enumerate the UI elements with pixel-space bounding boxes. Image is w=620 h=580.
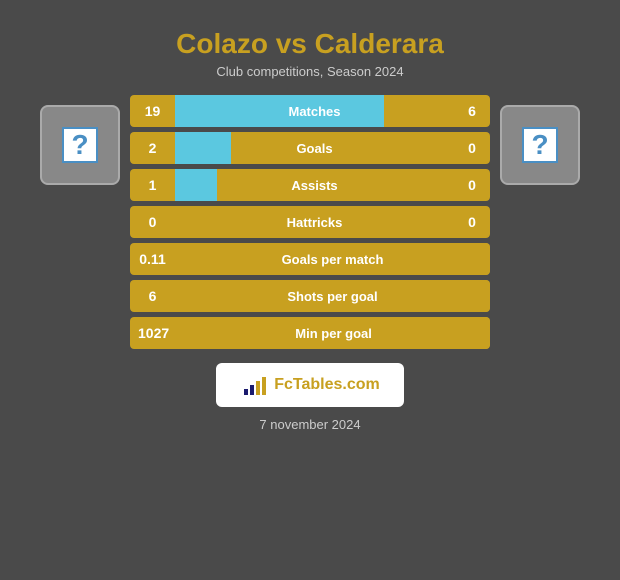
stat-label-min-per-goal: Min per goal xyxy=(177,326,490,341)
stat-label-matches: Matches xyxy=(175,104,454,119)
stat-row-assists: 1Assists0 xyxy=(130,169,490,201)
left-player-avatar: ? xyxy=(40,105,120,185)
logo-area: FcTables.com xyxy=(216,363,404,407)
stat-row-shots-per-goal: 6Shots per goal xyxy=(130,280,490,312)
stat-row-goals: 2Goals0 xyxy=(130,132,490,164)
stat-row-hattricks: 0Hattricks0 xyxy=(130,206,490,238)
stat-label-hattricks: Hattricks xyxy=(175,215,454,230)
match-title: Colazo vs Calderara xyxy=(176,28,444,60)
stat-right-hattricks: 0 xyxy=(454,214,490,230)
right-player-icon: ? xyxy=(522,127,558,163)
stat-row-min-per-goal: 1027Min per goal xyxy=(130,317,490,349)
stat-right-goals: 0 xyxy=(454,140,490,156)
match-subtitle: Club competitions, Season 2024 xyxy=(216,64,403,79)
stat-bar-shots-per-goal: Shots per goal xyxy=(175,280,490,312)
stat-left-matches: 19 xyxy=(130,103,175,119)
stat-label-goals-per-match: Goals per match xyxy=(175,252,490,267)
stat-left-shots-per-goal: 6 xyxy=(130,288,175,304)
stat-left-min-per-goal: 1027 xyxy=(130,325,177,341)
logo-tables: Tables.com xyxy=(293,376,380,393)
stat-left-assists: 1 xyxy=(130,177,175,193)
stat-label-goals: Goals xyxy=(175,141,454,156)
stat-bar-goals-per-match: Goals per match xyxy=(175,243,490,275)
fctables-logo-icon xyxy=(240,371,268,399)
stat-label-assists: Assists xyxy=(175,178,454,193)
stat-bar-assists: Assists xyxy=(175,169,454,201)
right-player-avatar: ? xyxy=(500,105,580,185)
stat-row-matches: 19Matches6 xyxy=(130,95,490,127)
stat-label-shots-per-goal: Shots per goal xyxy=(175,289,490,304)
footer-date: 7 november 2024 xyxy=(259,417,360,432)
stat-bar-min-per-goal: Min per goal xyxy=(177,317,490,349)
logo-fc: Fc xyxy=(274,376,293,393)
left-player-wrap: ? xyxy=(30,95,130,185)
stat-row-goals-per-match: 0.11Goals per match xyxy=(130,243,490,275)
stat-left-goals: 2 xyxy=(130,140,175,156)
comparison-card: Colazo vs Calderara Club competitions, S… xyxy=(10,10,610,570)
stat-bar-goals: Goals xyxy=(175,132,454,164)
stat-right-matches: 6 xyxy=(454,103,490,119)
stat-right-assists: 0 xyxy=(454,177,490,193)
stat-bar-hattricks: Hattricks xyxy=(175,206,454,238)
main-content-row: ? 19Matches62Goals01Assists00Hattricks00… xyxy=(10,95,610,349)
logo-text: FcTables.com xyxy=(274,376,380,394)
stat-left-hattricks: 0 xyxy=(130,214,175,230)
right-player-wrap: ? xyxy=(490,95,590,185)
stat-bar-matches: Matches xyxy=(175,95,454,127)
stat-left-goals-per-match: 0.11 xyxy=(130,251,175,267)
stats-container: 19Matches62Goals01Assists00Hattricks00.1… xyxy=(130,95,490,349)
left-player-icon: ? xyxy=(62,127,98,163)
